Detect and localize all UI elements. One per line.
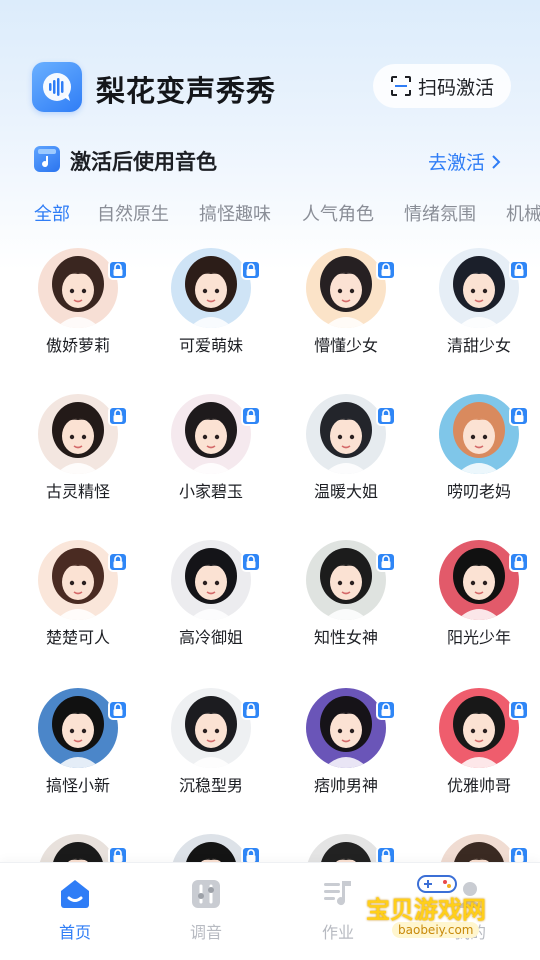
voice-name: 知性女神 (313, 628, 378, 647)
voice-avatar (306, 540, 386, 620)
app-header: 梨花变声秀秀 扫码激活 (0, 56, 540, 120)
lock-icon (376, 552, 396, 572)
voice-avatar (171, 688, 251, 768)
voice-name: 小家碧玉 (178, 482, 243, 501)
voice-item[interactable]: 傲娇萝莉 (20, 246, 140, 376)
voice-name: 温暖大姐 (313, 482, 378, 501)
voice-avatar (439, 394, 519, 474)
voice-item[interactable] (153, 832, 273, 866)
voice-item[interactable] (421, 832, 540, 866)
activation-banner: 激活后使用音色 去激活 (0, 140, 540, 180)
go-activate-link[interactable]: 去激活 (428, 148, 501, 175)
home-icon (61, 880, 89, 908)
tab-mood[interactable]: 情绪氛围 (404, 200, 476, 226)
lock-icon (241, 700, 261, 720)
voice-name: 唠叨老妈 (446, 482, 511, 501)
watermark-logo: 宝贝游戏网 baobeiy.com (362, 872, 512, 952)
watermark-title: 宝贝游戏网 (366, 896, 486, 924)
tab-popular[interactable]: 人气角色 (302, 200, 374, 226)
voice-avatar (439, 688, 519, 768)
voice-item[interactable]: 唠叨老妈 (421, 392, 540, 522)
section-title: 激活后使用音色 (70, 150, 217, 174)
nav-tune[interactable]: 调音 (156, 877, 256, 943)
lock-icon (509, 406, 529, 426)
tab-all[interactable]: 全部 (34, 200, 70, 226)
category-tabs: 全部 自然原生 搞怪趣味 人气角色 情绪氛围 机械 (0, 196, 540, 228)
voice-avatar (38, 394, 118, 474)
nav-tune-label: 调音 (189, 923, 222, 942)
voice-item[interactable]: 痞帅男神 (288, 686, 408, 816)
voice-avatar (38, 688, 118, 768)
voice-avatar (439, 540, 519, 620)
lock-icon (509, 700, 529, 720)
voice-name: 搞怪小新 (45, 776, 110, 795)
lock-icon (241, 406, 261, 426)
voice-name: 傲娇萝莉 (45, 336, 110, 355)
voice-item[interactable]: 阳光少年 (421, 538, 540, 668)
scan-activate-button[interactable]: 扫码激活 (373, 64, 511, 108)
nav-home-label: 首页 (58, 923, 91, 942)
lock-icon (509, 552, 529, 572)
lock-icon (241, 260, 261, 280)
voice-item[interactable]: 清甜少女 (421, 246, 540, 376)
chevron-right-icon (492, 154, 501, 169)
voice-name: 懵懂少女 (313, 336, 378, 355)
mixer-icon (192, 880, 220, 908)
voice-item[interactable]: 优雅帅哥 (421, 686, 540, 816)
nav-home[interactable]: 首页 (25, 877, 125, 943)
voice-grid: 傲娇萝莉 可爱萌妹 懵懂少女 清甜少女古灵精怪 小家碧玉 温暖大姐 唠叨老妈楚楚可人 高冷御姐… (0, 246, 540, 866)
voice-name: 阳光少年 (446, 628, 511, 647)
voice-name: 高冷御姐 (178, 628, 243, 647)
voice-avatar (306, 688, 386, 768)
scan-icon (390, 76, 411, 96)
voice-avatar (171, 540, 251, 620)
voice-item[interactable] (20, 832, 140, 866)
music-note-icon (34, 146, 60, 172)
voice-avatar (38, 540, 118, 620)
lock-icon (108, 552, 128, 572)
voice-avatar (171, 248, 251, 328)
voice-name: 沉稳型男 (178, 776, 243, 795)
lock-icon (108, 406, 128, 426)
voice-item[interactable]: 温暖大姐 (288, 392, 408, 522)
lock-icon (509, 260, 529, 280)
voice-name: 古灵精怪 (45, 482, 110, 501)
voice-avatar (306, 248, 386, 328)
voice-name: 优雅帅哥 (446, 776, 511, 795)
header-background (0, 0, 540, 270)
voice-item[interactable]: 古灵精怪 (20, 392, 140, 522)
lock-icon (108, 700, 128, 720)
voice-name: 楚楚可人 (45, 628, 110, 647)
music-list-icon (324, 881, 351, 906)
voice-avatar (439, 248, 519, 328)
voice-item[interactable]: 知性女神 (288, 538, 408, 668)
go-activate-label: 去激活 (428, 152, 486, 174)
lock-icon (376, 406, 396, 426)
lock-icon (241, 552, 261, 572)
watermark-url: baobeiy.com (392, 922, 480, 938)
voice-item[interactable] (288, 832, 408, 866)
voice-item[interactable]: 楚楚可人 (20, 538, 140, 668)
voice-item[interactable]: 懵懂少女 (288, 246, 408, 376)
voice-avatar (171, 394, 251, 474)
lock-icon (108, 260, 128, 280)
lock-icon (376, 700, 396, 720)
voice-item[interactable]: 高冷御姐 (153, 538, 273, 668)
voice-avatar (306, 394, 386, 474)
lock-icon (376, 260, 396, 280)
voice-item[interactable]: 小家碧玉 (153, 392, 273, 522)
voice-name: 可爱萌妹 (178, 336, 243, 355)
voice-name: 清甜少女 (446, 336, 511, 355)
voice-avatar (38, 248, 118, 328)
tab-funny[interactable]: 搞怪趣味 (199, 200, 271, 226)
tab-mechanical[interactable]: 机械 (506, 200, 540, 226)
app-title: 梨花变声秀秀 (96, 74, 277, 108)
app-logo-icon (32, 62, 82, 112)
tab-natural[interactable]: 自然原生 (97, 200, 169, 226)
voice-item[interactable]: 搞怪小新 (20, 686, 140, 816)
scan-activate-label: 扫码激活 (417, 76, 494, 99)
voice-item[interactable]: 沉稳型男 (153, 686, 273, 816)
voice-name: 痞帅男神 (313, 776, 378, 795)
voice-item[interactable]: 可爱萌妹 (153, 246, 273, 376)
